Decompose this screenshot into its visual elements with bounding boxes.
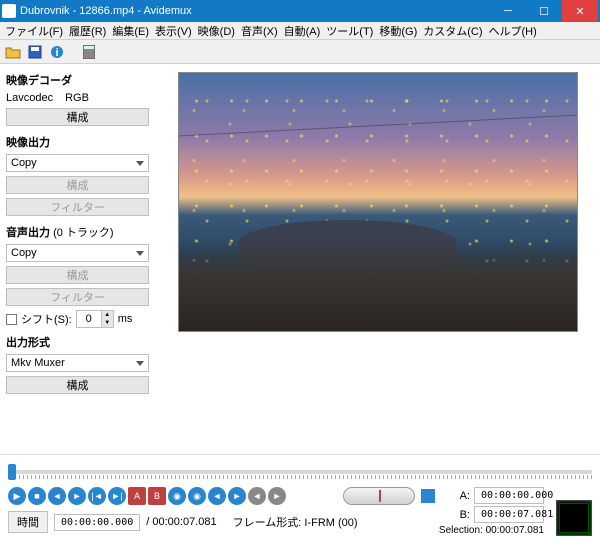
- content-area: 映像デコーダ Lavcodec RGB 構成 映像出力 Copy 構成 フィルタ…: [0, 64, 600, 454]
- info-icon[interactable]: i: [48, 43, 66, 61]
- time-button[interactable]: 時間: [8, 511, 48, 533]
- shift-row: シフト(S): ▲▼ ms: [6, 310, 149, 328]
- scope-monitor: [556, 500, 592, 536]
- video-filter-button[interactable]: フィルター: [6, 198, 149, 216]
- prev-black-button[interactable]: ◄: [208, 487, 226, 505]
- play-button[interactable]: ▶: [8, 487, 26, 505]
- menu-help[interactable]: ヘルプ(H): [486, 23, 540, 39]
- menu-audio[interactable]: 音声(X): [238, 23, 281, 39]
- goto-end-button[interactable]: ◉: [188, 487, 206, 505]
- chevron-down-icon: [136, 161, 144, 166]
- stop-button[interactable]: ■: [28, 487, 46, 505]
- preview-area: [155, 64, 600, 454]
- playback-controls: ▶ ■ ◄ ► |◄ ►| A B ◉ ◉ ◄ ► ◄ ►: [8, 487, 435, 505]
- a-label: A:: [460, 490, 470, 502]
- sidebar: 映像デコーダ Lavcodec RGB 構成 映像出力 Copy 構成 フィルタ…: [0, 64, 155, 454]
- menu-view[interactable]: 表示(V): [152, 23, 195, 39]
- menu-tool[interactable]: ツール(T): [323, 23, 376, 39]
- shift-label: シフト(S):: [21, 311, 72, 327]
- app-icon: [2, 4, 16, 18]
- titlebar: Dubrovnik - 12866.mp4 - Avidemux ─ ☐ ✕: [0, 0, 600, 22]
- save-icon[interactable]: [26, 43, 44, 61]
- shift-input[interactable]: [77, 311, 101, 327]
- reset-jog-button[interactable]: [421, 489, 435, 503]
- video-out-title: 映像出力: [6, 134, 149, 150]
- chevron-down-icon: [136, 361, 144, 366]
- format-select[interactable]: Mkv Muxer: [6, 354, 149, 372]
- slider-thumb[interactable]: [8, 464, 16, 480]
- audio-out-select[interactable]: Copy: [6, 244, 149, 262]
- b-label: B:: [460, 509, 470, 521]
- ab-markers: A: 00:00:00.000 B: 00:00:07.081 Selection:…: [439, 487, 544, 536]
- spinner-up-icon[interactable]: ▲: [101, 311, 113, 319]
- shift-spinner[interactable]: ▲▼: [76, 310, 114, 328]
- format-configure-button[interactable]: 構成: [6, 376, 149, 394]
- menu-edit[interactable]: 編集(E): [109, 23, 152, 39]
- menu-auto[interactable]: 自動(A): [281, 23, 324, 39]
- jog-wheel[interactable]: [343, 487, 415, 505]
- audio-configure-button[interactable]: 構成: [6, 266, 149, 284]
- video-configure-button[interactable]: 構成: [6, 176, 149, 194]
- menu-move[interactable]: 移動(G): [376, 23, 420, 39]
- chevron-down-icon: [136, 251, 144, 256]
- current-time[interactable]: 00:00:00.000: [54, 514, 140, 531]
- shift-checkbox[interactable]: [6, 314, 17, 325]
- set-marker-b-button[interactable]: B: [148, 487, 166, 505]
- next-black-button[interactable]: ►: [228, 487, 246, 505]
- decoder-title: 映像デコーダ: [6, 72, 149, 88]
- menu-history[interactable]: 履歴(R): [66, 23, 109, 39]
- calculator-icon[interactable]: [80, 43, 98, 61]
- spinner-down-icon[interactable]: ▼: [101, 319, 113, 327]
- decoder-codec: Lavcodec: [6, 92, 53, 104]
- set-marker-a-button[interactable]: A: [128, 487, 146, 505]
- window-title: Dubrovnik - 12866.mp4 - Avidemux: [20, 5, 490, 17]
- next-frame-button[interactable]: ►: [68, 487, 86, 505]
- next-keyframe-button[interactable]: ►|: [108, 487, 126, 505]
- format-title: 出力形式: [6, 334, 149, 350]
- decoder-color: RGB: [65, 92, 89, 104]
- shift-unit: ms: [118, 313, 133, 325]
- total-time: / 00:00:07.081: [146, 516, 216, 528]
- a-time: 00:00:00.000: [474, 487, 544, 504]
- frame-type: フレーム形式: I-FRM (00): [233, 514, 358, 530]
- decoder-configure-button[interactable]: 構成: [6, 108, 149, 126]
- menu-custom[interactable]: カスタム(C): [420, 23, 485, 39]
- toolbar: i: [0, 40, 600, 64]
- close-button[interactable]: ✕: [562, 0, 598, 22]
- minimize-button[interactable]: ─: [490, 0, 526, 22]
- bottom-panel: ▶ ■ ◄ ► |◄ ►| A B ◉ ◉ ◄ ► ◄ ► 時間: [0, 454, 600, 542]
- open-icon[interactable]: [4, 43, 22, 61]
- audio-out-title: 音声出力 (0 トラック): [6, 224, 149, 240]
- prev-frame-button[interactable]: ◄: [48, 487, 66, 505]
- video-preview[interactable]: [178, 72, 578, 332]
- svg-text:i: i: [55, 47, 58, 59]
- goto-a-button[interactable]: ◄: [248, 487, 266, 505]
- audio-filter-button[interactable]: フィルター: [6, 288, 149, 306]
- prev-keyframe-button[interactable]: |◄: [88, 487, 106, 505]
- time-info-row: 時間 00:00:00.000 / 00:00:07.081 フレーム形式: I…: [8, 511, 435, 533]
- menu-video[interactable]: 映像(D): [195, 23, 238, 39]
- menubar: ファイル(F) 履歴(R) 編集(E) 表示(V) 映像(D) 音声(X) 自動…: [0, 22, 600, 40]
- b-time: 00:00:07.081: [474, 506, 544, 523]
- menu-file[interactable]: ファイル(F): [2, 23, 66, 39]
- goto-b-button[interactable]: ►: [268, 487, 286, 505]
- selection-duration: Selection: 00:00:07.081: [439, 525, 544, 536]
- timeline-slider[interactable]: [8, 461, 592, 483]
- decoder-info: Lavcodec RGB: [6, 92, 149, 104]
- maximize-button[interactable]: ☐: [526, 0, 562, 22]
- video-out-select[interactable]: Copy: [6, 154, 149, 172]
- goto-start-button[interactable]: ◉: [168, 487, 186, 505]
